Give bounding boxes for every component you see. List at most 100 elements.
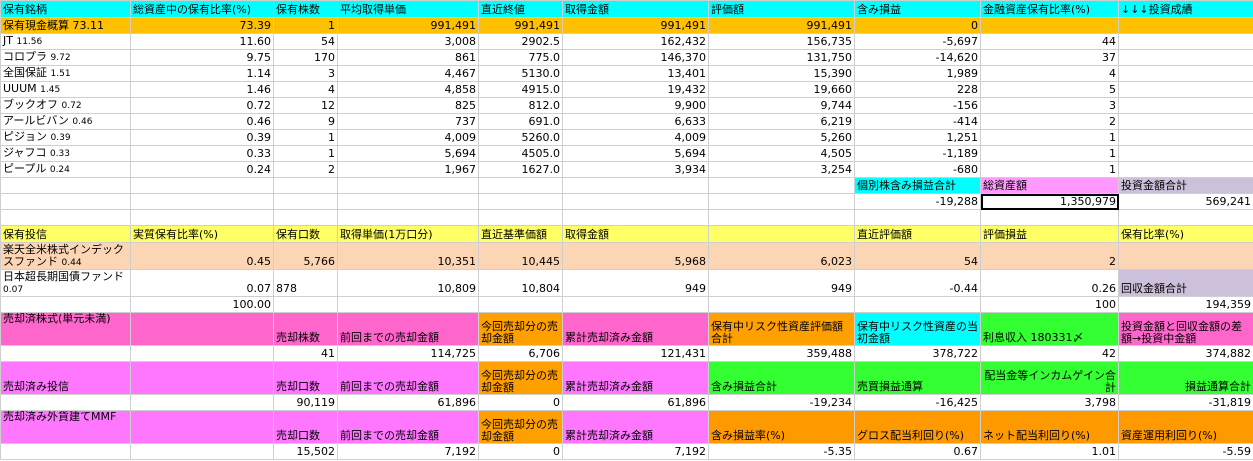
cell[interactable]: 12 (273, 97, 338, 114)
cell[interactable] (1118, 209, 1253, 226)
cell[interactable]: アールビバン 0.46 (0, 113, 131, 130)
cell[interactable]: ピジョン 0.39 (0, 129, 131, 146)
cell[interactable] (130, 410, 274, 444)
cell[interactable] (0, 296, 131, 313)
cell[interactable]: 44 (980, 33, 1119, 50)
cell[interactable]: -5.59 (1118, 443, 1253, 460)
cell[interactable]: 累計売却済み金額 (562, 410, 709, 444)
cell[interactable]: 4505.0 (478, 145, 563, 162)
cell[interactable]: -156 (854, 97, 981, 114)
cell[interactable] (708, 209, 855, 226)
cell[interactable]: 配当金等インカムゲイン合計 (980, 361, 1119, 395)
cell[interactable]: 5,968 (562, 242, 709, 270)
cell[interactable] (0, 193, 131, 210)
cell[interactable]: 0.07 (130, 269, 274, 297)
cell[interactable]: 1 (980, 161, 1119, 178)
cell[interactable] (562, 209, 709, 226)
cell[interactable]: 4,505 (708, 145, 855, 162)
cell[interactable]: 114,725 (337, 345, 479, 362)
cell[interactable]: 5260.0 (478, 129, 563, 146)
cell[interactable]: 5 (980, 81, 1119, 98)
cell[interactable]: 61,896 (337, 394, 479, 411)
cell[interactable]: 投資金額合計 (1118, 177, 1253, 194)
cell[interactable] (130, 361, 274, 395)
cell[interactable]: 6,219 (708, 113, 855, 130)
cell[interactable] (337, 209, 479, 226)
cell[interactable]: 6,706 (478, 345, 563, 362)
cell[interactable]: 775.0 (478, 49, 563, 66)
header-cell[interactable]: 直近評価額 (854, 225, 981, 243)
cell[interactable]: 19,432 (562, 81, 709, 98)
cell[interactable]: ネット配当利回り(%) (980, 410, 1119, 444)
cell[interactable]: 1 (273, 17, 338, 34)
cell[interactable] (478, 193, 563, 210)
cell[interactable] (1118, 33, 1253, 50)
header-cell[interactable] (708, 225, 855, 243)
cell[interactable]: 90,119 (273, 394, 338, 411)
cell[interactable]: 3 (273, 65, 338, 82)
cell[interactable]: 3,798 (980, 394, 1119, 411)
cell[interactable]: 4,009 (562, 129, 709, 146)
cell[interactable]: 0.72 (130, 97, 274, 114)
cell[interactable]: ブックオフ 0.72 (0, 97, 131, 114)
cell[interactable]: 7,192 (562, 443, 709, 460)
cell[interactable]: 5,694 (562, 145, 709, 162)
header-cell[interactable]: 金融資産保有比率(%) (980, 0, 1119, 18)
header-cell[interactable]: 保有銘柄 (0, 0, 131, 18)
cell[interactable]: 売却口数 (273, 361, 338, 395)
cell[interactable]: 10,445 (478, 242, 563, 270)
cell[interactable]: -14,620 (854, 49, 981, 66)
cell[interactable]: 1.46 (130, 81, 274, 98)
cell[interactable]: 4,858 (337, 81, 479, 98)
cell[interactable]: 売買損益通算 (854, 361, 981, 395)
cell[interactable]: 54 (273, 33, 338, 50)
cell[interactable]: -16,425 (854, 394, 981, 411)
cell[interactable]: 991,491 (562, 17, 709, 34)
cell[interactable]: 569,241 (1118, 193, 1253, 210)
cell[interactable]: 6,023 (708, 242, 855, 270)
cell[interactable]: 146,370 (562, 49, 709, 66)
cell[interactable] (130, 193, 274, 210)
cell[interactable]: 売却済み投信 (0, 361, 131, 395)
cell[interactable]: 194,359 (1118, 296, 1253, 313)
header-cell[interactable]: 取得金額 (562, 225, 709, 243)
cell[interactable]: 投資金額と回収金額の差額→投資中金額 (1118, 312, 1253, 346)
cell[interactable]: 949 (708, 269, 855, 297)
header-cell[interactable]: 実質保有比率(%) (130, 225, 274, 243)
cell[interactable]: 10,809 (337, 269, 479, 297)
cell[interactable] (0, 177, 131, 194)
header-cell[interactable]: 直近終値 (478, 0, 563, 18)
header-cell[interactable]: 保有比率(%) (1118, 225, 1253, 243)
cell[interactable]: 5,694 (337, 145, 479, 162)
cell[interactable]: 日本超長期国債ファンド 0.07 (0, 269, 131, 297)
cell[interactable]: 2902.5 (478, 33, 563, 50)
cell[interactable]: 3 (980, 97, 1119, 114)
cell[interactable]: 11.60 (130, 33, 274, 50)
cell[interactable] (1118, 161, 1253, 178)
cell[interactable]: 今回売却分の売却金額 (478, 312, 563, 346)
cell[interactable]: 回収金額合計 (1118, 269, 1253, 297)
cell[interactable]: 100 (980, 296, 1119, 313)
cell[interactable]: -5.35 (708, 443, 855, 460)
cell[interactable]: 1,967 (337, 161, 479, 178)
cell[interactable]: 378,722 (854, 345, 981, 362)
cell[interactable]: 0 (478, 443, 563, 460)
cell[interactable]: -19,234 (708, 394, 855, 411)
cell[interactable]: 737 (337, 113, 479, 130)
cell[interactable]: -19,288 (854, 193, 981, 210)
cell[interactable]: 0.45 (130, 242, 274, 270)
cell[interactable]: 4,009 (337, 129, 479, 146)
cell[interactable] (980, 209, 1119, 226)
cell[interactable] (337, 296, 479, 313)
header-cell[interactable]: 保有株数 (273, 0, 338, 18)
cell[interactable]: 9,900 (562, 97, 709, 114)
cell[interactable]: コロプラ 9.72 (0, 49, 131, 66)
cell[interactable]: 0.33 (130, 145, 274, 162)
cell[interactable]: 4 (980, 65, 1119, 82)
cell[interactable]: 売却株数 (273, 312, 338, 346)
cell[interactable] (562, 193, 709, 210)
cell[interactable] (337, 177, 479, 194)
cell[interactable] (0, 209, 131, 226)
cell[interactable]: 9 (273, 113, 338, 130)
cell[interactable] (1118, 17, 1253, 34)
